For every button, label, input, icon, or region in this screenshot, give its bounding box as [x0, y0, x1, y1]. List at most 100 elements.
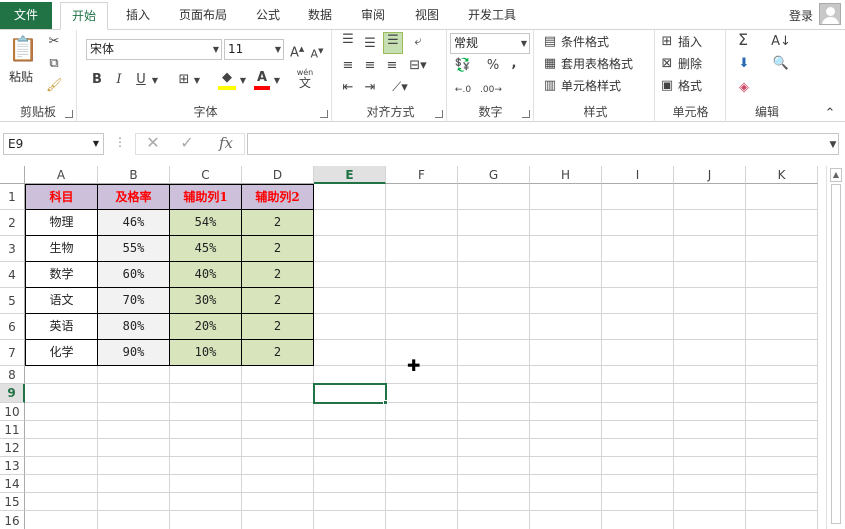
align-top-icon[interactable]: ☰ [339, 32, 357, 48]
cell-a10[interactable] [25, 403, 98, 421]
row-header-3[interactable]: 3 [0, 236, 25, 262]
cell-j14[interactable] [674, 475, 746, 493]
cell-i16[interactable] [602, 511, 674, 529]
cell-d14[interactable] [242, 475, 314, 493]
cell-f2[interactable] [386, 210, 458, 236]
table-cell[interactable]: 20% [170, 314, 242, 340]
percent-button[interactable]: % [486, 58, 500, 74]
cell-e1[interactable] [314, 184, 386, 210]
table-cell[interactable]: 55% [98, 236, 170, 262]
cell-i15[interactable] [602, 493, 674, 511]
cell-e10[interactable] [314, 403, 386, 421]
cell-j2[interactable] [674, 210, 746, 236]
cell-j16[interactable] [674, 511, 746, 529]
cell-f15[interactable] [386, 493, 458, 511]
table-cell[interactable]: 90% [98, 340, 170, 366]
cell-j6[interactable] [674, 314, 746, 340]
increase-decimal-icon[interactable]: ←.0 [452, 82, 474, 98]
active-cell-selection[interactable] [313, 383, 387, 404]
cell-e16[interactable] [314, 511, 386, 529]
cell-f6[interactable] [386, 314, 458, 340]
cell-d8[interactable] [242, 366, 314, 384]
cell-d11[interactable] [242, 421, 314, 439]
table-cell[interactable]: 化学 [25, 340, 98, 366]
cell-g13[interactable] [458, 457, 530, 475]
cell-h9[interactable] [530, 384, 602, 403]
table-cell[interactable]: 54% [170, 210, 242, 236]
cell-j11[interactable] [674, 421, 746, 439]
column-header-b[interactable]: B [98, 166, 170, 184]
cell-g16[interactable] [458, 511, 530, 529]
cell-h4[interactable] [530, 262, 602, 288]
cell-b9[interactable] [98, 384, 170, 403]
column-header-j[interactable]: J [674, 166, 746, 184]
cell-e15[interactable] [314, 493, 386, 511]
format-cells-button[interactable]: 格式 [678, 77, 702, 95]
row-header-11[interactable]: 11 [0, 421, 25, 439]
cell-d15[interactable] [242, 493, 314, 511]
table-cell[interactable]: 2 [242, 314, 314, 340]
cell-e4[interactable] [314, 262, 386, 288]
table-cell[interactable]: 数学 [25, 262, 98, 288]
cell-i4[interactable] [602, 262, 674, 288]
tab-developer[interactable]: 开发工具 [458, 2, 526, 30]
table-cell[interactable]: 2 [242, 288, 314, 314]
column-header-d[interactable]: D [242, 166, 314, 184]
alignment-launcher-icon[interactable] [435, 110, 443, 118]
cell-a14[interactable] [25, 475, 98, 493]
cell-h5[interactable] [530, 288, 602, 314]
chevron-down-icon[interactable]: ▼ [238, 73, 248, 89]
autosum-icon[interactable]: Σ [733, 32, 753, 48]
cell-g2[interactable] [458, 210, 530, 236]
find-select-icon[interactable]: 🔍 [771, 56, 791, 72]
cell-h10[interactable] [530, 403, 602, 421]
font-launcher-icon[interactable] [320, 110, 328, 118]
cell-k4[interactable] [746, 262, 818, 288]
wrap-text-icon[interactable]: ⤶ [407, 34, 429, 50]
decrease-indent-icon[interactable]: ⇤ [339, 80, 357, 96]
column-header-a[interactable]: A [25, 166, 98, 184]
row-header-16[interactable]: 16 [0, 511, 25, 529]
cell-f11[interactable] [386, 421, 458, 439]
format-painter-icon[interactable]: 🖌 [46, 78, 63, 94]
cell-g1[interactable] [458, 184, 530, 210]
table-cell[interactable]: 英语 [25, 314, 98, 340]
table-cell[interactable]: 物理 [25, 210, 98, 236]
align-left-icon[interactable]: ≡ [339, 58, 357, 74]
cell-j12[interactable] [674, 439, 746, 457]
cell-i11[interactable] [602, 421, 674, 439]
cell-k13[interactable] [746, 457, 818, 475]
table-cell[interactable]: 70% [98, 288, 170, 314]
cell-f8[interactable] [386, 366, 458, 384]
table-cell[interactable]: 2 [242, 210, 314, 236]
cell-f1[interactable] [386, 184, 458, 210]
chevron-down-icon[interactable]: ▼ [272, 73, 282, 89]
vertical-scrollbar[interactable]: ▲ [826, 166, 845, 529]
cell-styles-button[interactable]: 单元格样式 [561, 77, 621, 95]
cell-k15[interactable] [746, 493, 818, 511]
font-name-select[interactable]: 宋体 ▼ [86, 39, 222, 60]
paste-icon[interactable]: 📋 [8, 34, 38, 66]
cell-k11[interactable] [746, 421, 818, 439]
chevron-down-icon[interactable]: ▼ [192, 73, 202, 89]
cell-i13[interactable] [602, 457, 674, 475]
orientation-icon[interactable]: ⟋▾ [387, 80, 413, 96]
cell-g8[interactable] [458, 366, 530, 384]
cell-b10[interactable] [98, 403, 170, 421]
cell-g3[interactable] [458, 236, 530, 262]
cell-k8[interactable] [746, 366, 818, 384]
row-header-1[interactable]: 1 [0, 184, 25, 210]
cell-g10[interactable] [458, 403, 530, 421]
name-box[interactable]: E9 ▼ [3, 133, 104, 155]
row-header-4[interactable]: 4 [0, 262, 25, 288]
cell-a13[interactable] [25, 457, 98, 475]
cell-j1[interactable] [674, 184, 746, 210]
format-as-table-button[interactable]: 套用表格格式 [561, 55, 633, 73]
cell-i14[interactable] [602, 475, 674, 493]
cell-i7[interactable] [602, 340, 674, 366]
cell-j9[interactable] [674, 384, 746, 403]
clear-icon[interactable]: ◈ [735, 80, 753, 96]
align-right-icon[interactable]: ≡ [383, 58, 401, 74]
cell-j10[interactable] [674, 403, 746, 421]
fill-color-icon[interactable]: ◆ [218, 70, 236, 90]
